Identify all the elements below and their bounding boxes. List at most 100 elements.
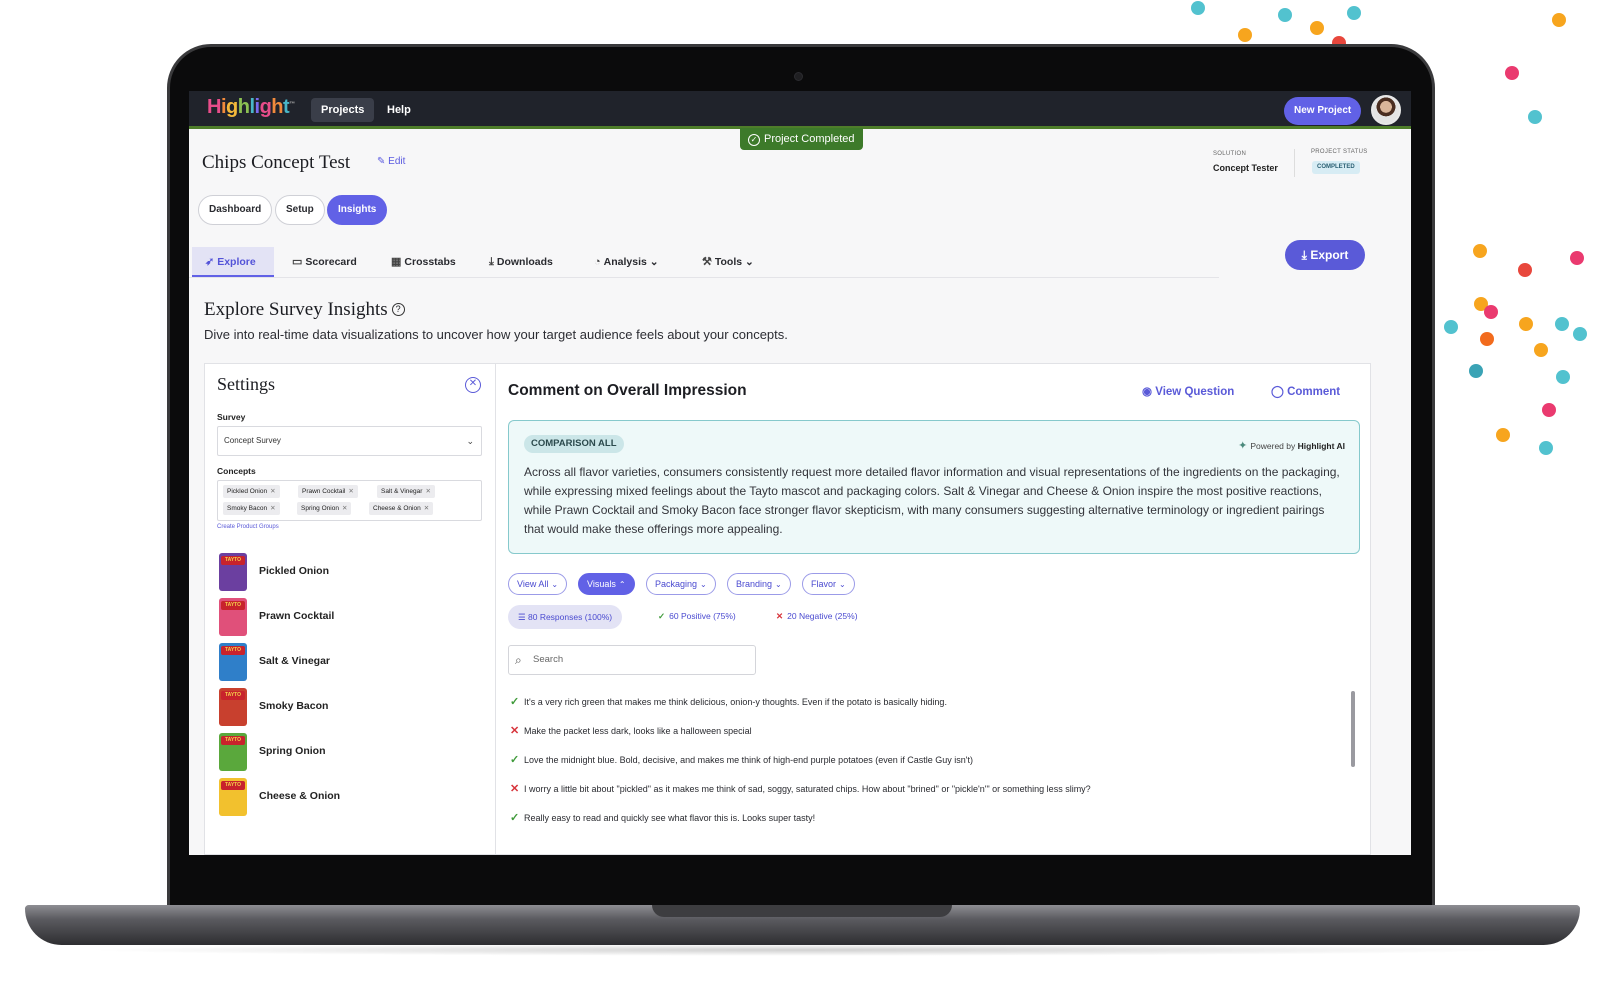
confetti-dot (1484, 305, 1498, 319)
responses-scrollbar[interactable] (1351, 691, 1355, 767)
filter-packaging[interactable]: Packaging ⌄ (646, 573, 716, 595)
pack-brand: TAYTO (221, 601, 245, 610)
filter-label: View All (517, 579, 549, 589)
product-item[interactable]: TAYTO Prawn Cocktail (219, 598, 479, 638)
responses-positive-button[interactable]: ✓ 60 Positive (75%) (658, 611, 736, 622)
confetti-dot (1570, 251, 1584, 265)
chip-label: Salt & Vinegar (381, 488, 423, 495)
status-badge: COMPLETED (1312, 161, 1360, 174)
concepts-multiselect[interactable]: Pickled Onion ✕ Prawn Cocktail ✕ Salt & Vi… (217, 480, 482, 521)
highlight-logo[interactable]: Highlight™ (207, 96, 295, 119)
divider (1294, 149, 1295, 177)
view-question-button[interactable]: ◉ View Question (1142, 384, 1234, 398)
sparkle-icon: ✦ (1238, 440, 1248, 452)
check-icon: ✓ (658, 611, 666, 621)
tab-setup[interactable]: Setup (275, 195, 325, 225)
powered-prefix: Powered by (1250, 441, 1296, 451)
subtab-analysis[interactable]: ◔ Analysis ⌄ (594, 247, 659, 277)
user-avatar[interactable] (1371, 95, 1401, 125)
filter-label: Packaging (655, 579, 698, 589)
powered-by: ✦ Powered by Highlight AI (1238, 439, 1345, 452)
chip-label: Smoky Bacon (227, 505, 268, 512)
create-product-groups-link[interactable]: Create Product Groups (217, 524, 279, 530)
remove-icon[interactable]: ✕ (348, 488, 353, 495)
edit-icon: ✎ (377, 156, 386, 167)
product-item[interactable]: TAYTO Spring Onion (219, 733, 479, 773)
pie-chart-icon: ◔ (594, 256, 601, 268)
subtab-explore[interactable]: ➶ Explore (192, 247, 274, 277)
filter-branding[interactable]: Branding ⌄ (727, 573, 791, 595)
comment-button[interactable]: ◯ Comment (1271, 384, 1340, 398)
chevron-down-icon: ⌄ (745, 256, 754, 268)
concept-chip[interactable]: Cheese & Onion ✕ (369, 502, 434, 515)
filter-label: Visuals (587, 579, 616, 589)
remove-icon[interactable]: ✕ (425, 488, 430, 495)
tab-dashboard[interactable]: Dashboard (198, 195, 273, 225)
concept-chip[interactable]: Prawn Cocktail ✕ (298, 485, 358, 498)
marketing-stage: Highlight™ Projects Help New Project ✓ Pr… (0, 0, 1600, 1000)
nav-help[interactable]: Help (377, 98, 421, 122)
wrench-icon: ⚒ (702, 256, 712, 268)
confetti-dot (1444, 320, 1458, 334)
confetti-dot (1556, 370, 1570, 384)
remove-icon[interactable]: ✕ (424, 505, 429, 512)
responses-total-button[interactable]: ☰ 80 Responses (100%) (508, 605, 623, 629)
new-project-button[interactable]: New Project (1284, 97, 1362, 125)
help-icon[interactable]: ? (391, 303, 405, 316)
search-input[interactable]: ⌕ Search (508, 645, 756, 675)
comment-label: Comment (1287, 386, 1341, 398)
product-item[interactable]: TAYTO Salt & Vinegar (219, 643, 479, 683)
remove-icon[interactable]: ✕ (270, 505, 275, 512)
nav-projects[interactable]: Projects (311, 98, 375, 122)
product-item[interactable]: TAYTO Cheese & Onion (219, 778, 479, 818)
chevron-down-icon: ⌄ (466, 436, 474, 446)
app-screen: Highlight™ Projects Help New Project ✓ Pr… (189, 91, 1411, 855)
confetti-dot (1518, 263, 1532, 277)
concept-chip[interactable]: Smoky Bacon ✕ (223, 502, 280, 515)
list-item: ✕ Make the packet less dark, looks like a… (510, 724, 752, 737)
subtab-tools[interactable]: ⚒ Tools ⌄ (702, 247, 754, 277)
remove-icon[interactable]: ✕ (270, 488, 275, 495)
responses-total-label: 80 Responses (100%) (528, 612, 613, 622)
solution-value: Concept Tester (1213, 163, 1278, 173)
list-item: ✓ Love the midnight blue. Bold, decisive,… (510, 753, 973, 766)
ai-summary-card: COMPARISON ALL ✦ Powered by Highlight AI … (508, 420, 1360, 554)
product-item[interactable]: TAYTO Pickled Onion (219, 553, 479, 593)
page-title: Explore Survey Insights? (204, 299, 405, 321)
filter-visuals[interactable]: Visuals ⌃ (578, 573, 635, 595)
solution-label: SOLUTION (1213, 151, 1247, 157)
remove-icon[interactable]: ✕ (342, 505, 347, 512)
ai-summary-text: Across all flavor varieties, consumers c… (524, 465, 1340, 536)
product-item[interactable]: TAYTO Smoky Bacon (219, 688, 479, 728)
check-circle-icon: ✓ (748, 134, 760, 146)
chip-label: Pickled Onion (227, 488, 268, 495)
export-button[interactable]: ⤓ Export (1285, 240, 1365, 270)
subtab-crosstabs[interactable]: ▦ Crosstabs (391, 247, 456, 277)
concept-chip[interactable]: Salt & Vinegar ✕ (377, 485, 435, 498)
pack-brand: TAYTO (221, 736, 245, 745)
confetti-dot (1310, 21, 1324, 35)
chip-label: Spring Onion (301, 505, 339, 512)
edit-project-link[interactable]: ✎ Edit (377, 156, 405, 167)
filter-flavor[interactable]: Flavor ⌄ (802, 573, 855, 595)
filter-view-all[interactable]: View All ⌄ (508, 573, 568, 595)
pack-brand: TAYTO (221, 781, 245, 790)
camera-icon (794, 72, 803, 81)
x-icon: ✕ (776, 611, 784, 621)
confetti-dot (1539, 441, 1553, 455)
subtab-scorecard[interactable]: ▭ Scorecard (292, 247, 357, 277)
subtab-divider (189, 277, 1219, 278)
tab-insights[interactable]: Insights (327, 195, 388, 225)
download-icon: ⤓ (489, 256, 494, 268)
subtab-downloads[interactable]: ⤓ Downloads (489, 247, 553, 277)
product-pack-image: TAYTO (219, 733, 247, 771)
responses-negative-button[interactable]: ✕ 20 Negative (25%) (776, 611, 858, 622)
close-icon[interactable]: ✕ (465, 377, 481, 393)
check-icon: ✓ (510, 754, 520, 766)
confetti-dot (1519, 317, 1533, 331)
concept-chip[interactable]: Pickled Onion ✕ (223, 485, 280, 498)
check-icon: ✓ (510, 812, 520, 824)
survey-label: Survey (217, 412, 246, 422)
survey-select[interactable]: Concept Survey ⌄ (217, 426, 482, 456)
concept-chip[interactable]: Spring Onion ✕ (297, 502, 352, 515)
